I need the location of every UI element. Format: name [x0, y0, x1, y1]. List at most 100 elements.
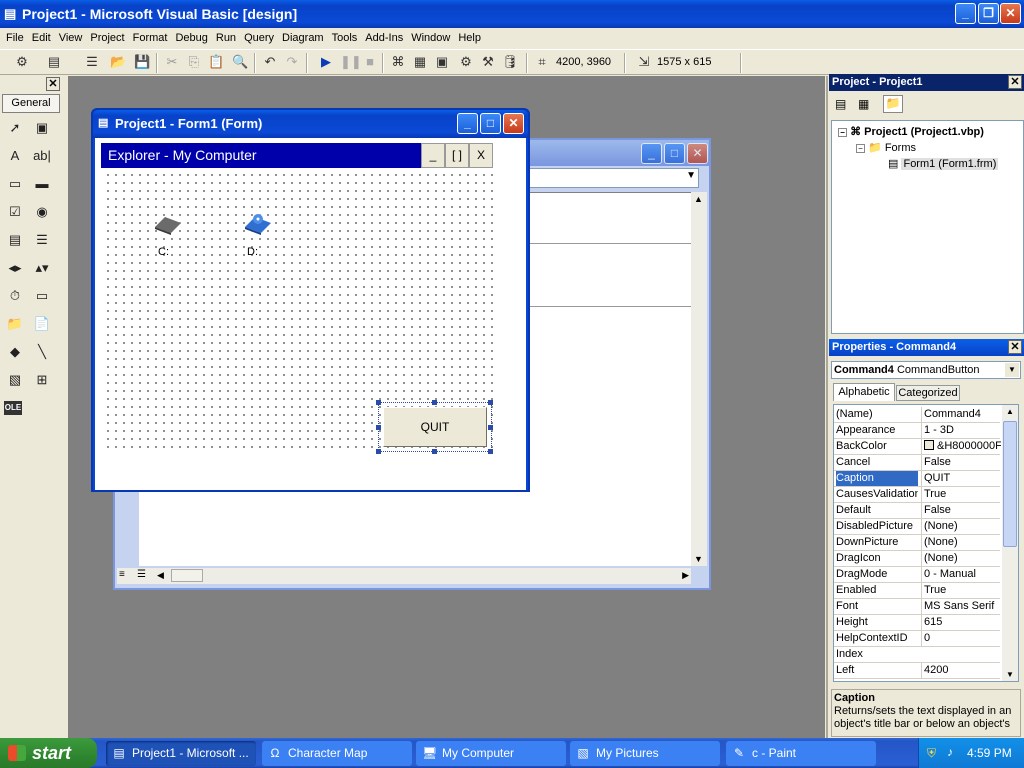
- menu-run[interactable]: Run: [212, 29, 240, 47]
- tree-node-project[interactable]: − ⌘ Project1 (Project1.vbp): [838, 125, 984, 138]
- toggle-folders-icon[interactable]: 📁: [883, 95, 903, 113]
- project-panel-title[interactable]: Project - Project1 ✕: [829, 74, 1024, 91]
- scroll-thumb[interactable]: [1003, 421, 1017, 547]
- find-icon[interactable]: 🔍: [232, 54, 248, 70]
- property-row[interactable]: (Name) Command4: [834, 407, 1000, 423]
- view-code-icon[interactable]: ▤: [835, 97, 846, 111]
- commandbutton-icon[interactable]: ▬: [31, 173, 53, 195]
- full-module-view-icon[interactable]: ☰: [137, 569, 146, 580]
- run-icon[interactable]: ▶: [318, 54, 334, 70]
- start-button[interactable]: start: [0, 738, 97, 768]
- property-row[interactable]: Caption QUIT: [834, 471, 1000, 487]
- property-vscrollbar[interactable]: ▲ ▼: [1002, 405, 1018, 681]
- menu-help[interactable]: Help: [454, 29, 485, 47]
- toolbox-close-icon[interactable]: ✕: [46, 77, 60, 91]
- menu-format[interactable]: Format: [129, 29, 172, 47]
- volume-icon[interactable]: ♪: [947, 745, 953, 759]
- restore-button[interactable]: ❐: [978, 3, 999, 24]
- toolbox-header[interactable]: General: [2, 94, 60, 113]
- property-row[interactable]: DownPicture (None): [834, 535, 1000, 551]
- copy-icon[interactable]: ⎘: [186, 54, 202, 70]
- property-value[interactable]: (None): [921, 519, 1001, 534]
- selection-handle[interactable]: [376, 425, 381, 430]
- menu-addins[interactable]: Add-Ins: [361, 29, 407, 47]
- tab-categorized[interactable]: Categorized: [896, 385, 960, 401]
- add-form-icon[interactable]: ▤: [46, 54, 62, 70]
- selection-handle[interactable]: [432, 449, 437, 454]
- property-row[interactable]: CausesValidation True: [834, 487, 1000, 503]
- property-value[interactable]: (None): [921, 551, 1001, 566]
- property-value[interactable]: MS Sans Serif: [921, 599, 1001, 614]
- taskbar-button[interactable]: Ω Character Map: [262, 741, 412, 766]
- property-value[interactable]: (None): [921, 535, 1001, 550]
- code-hscrollbar[interactable]: ≡ ☰ ◀ ▶: [117, 568, 691, 584]
- code-maximize-button[interactable]: □: [664, 143, 685, 164]
- menu-editor-icon[interactable]: ☰: [84, 54, 100, 70]
- selection-handle[interactable]: [488, 425, 493, 430]
- property-value[interactable]: 0: [921, 631, 1001, 646]
- menu-debug[interactable]: Debug: [171, 29, 211, 47]
- tab-alphabetic[interactable]: Alphabetic: [833, 383, 895, 401]
- combobox-icon[interactable]: ▤: [4, 229, 26, 251]
- picturebox-icon[interactable]: ▣: [31, 117, 53, 139]
- property-value[interactable]: False: [921, 455, 1001, 470]
- drive-c-item[interactable]: C:: [151, 213, 185, 259]
- form-layout-icon[interactable]: ▣: [434, 54, 450, 70]
- menu-project[interactable]: Project: [86, 29, 128, 47]
- explorer-minimize-button[interactable]: _: [421, 143, 445, 168]
- property-row[interactable]: BackColor &H8000000F: [834, 439, 1001, 455]
- menu-window[interactable]: Window: [407, 29, 454, 47]
- timer-icon[interactable]: ⏱: [4, 285, 26, 307]
- open-icon[interactable]: 📂: [110, 54, 126, 70]
- properties-panel-title[interactable]: Properties - Command4 ✕: [829, 339, 1024, 356]
- pointer-icon[interactable]: ➚: [4, 117, 26, 139]
- explorer-close-button[interactable]: X: [469, 143, 493, 168]
- property-value[interactable]: False: [921, 503, 1001, 518]
- line-icon[interactable]: ╲: [31, 341, 53, 363]
- procedure-dropdown[interactable]: ▼: [529, 168, 699, 188]
- taskbar-button[interactable]: ✎ c - Paint: [726, 741, 876, 766]
- image-icon[interactable]: ▧: [4, 369, 26, 391]
- property-value[interactable]: True: [921, 583, 1001, 598]
- property-row[interactable]: DragMode 0 - Manual: [834, 567, 1000, 583]
- property-row[interactable]: Default False: [834, 503, 1000, 519]
- property-value[interactable]: 0 - Manual: [921, 567, 1001, 582]
- project-panel-close-icon[interactable]: ✕: [1008, 75, 1022, 89]
- optionbutton-icon[interactable]: ◉: [31, 201, 53, 223]
- security-shield-icon[interactable]: ⛨: [927, 746, 936, 761]
- shape-icon[interactable]: ◆: [4, 341, 26, 363]
- code-close-button[interactable]: ✕: [687, 143, 708, 164]
- properties-window-icon[interactable]: ▦: [412, 54, 428, 70]
- data-view-icon[interactable]: 🛢: [502, 54, 519, 70]
- frame-icon[interactable]: ▭: [4, 173, 26, 195]
- form-minimize-button[interactable]: _: [457, 113, 478, 134]
- tree-node-form1[interactable]: ▤ Form1 (Form1.frm): [888, 157, 999, 170]
- property-row[interactable]: Cancel False: [834, 455, 1000, 471]
- chevron-down-icon[interactable]: ▼: [1005, 363, 1019, 377]
- label-icon[interactable]: A: [4, 145, 26, 167]
- property-row[interactable]: Height 615: [834, 615, 1000, 631]
- menu-query[interactable]: Query: [240, 29, 278, 47]
- view-object-icon[interactable]: ▦: [858, 97, 869, 111]
- undo-icon[interactable]: ↶: [262, 54, 278, 70]
- taskbar-button[interactable]: ▤ Project1 - Microsoft ...: [106, 741, 256, 766]
- redo-icon[interactable]: ↷: [284, 54, 300, 70]
- property-value[interactable]: True: [921, 487, 1001, 502]
- form-window-title-bar[interactable]: ▤ Project1 - Form1 (Form) _ □ ✕: [93, 110, 528, 138]
- selection-handle[interactable]: [488, 449, 493, 454]
- code-minimize-button[interactable]: _: [641, 143, 662, 164]
- app-title-bar[interactable]: ▤ Project1 - Microsoft Visual Basic [des…: [0, 0, 1024, 28]
- toolbox-icon[interactable]: ⚒: [480, 54, 496, 70]
- procedure-view-icon[interactable]: ≡: [119, 569, 125, 580]
- hscrollbar-icon[interactable]: ◂▸: [4, 257, 26, 279]
- menu-edit[interactable]: Edit: [28, 29, 55, 47]
- property-value[interactable]: 1 - 3D: [921, 423, 1001, 438]
- form-designer-window[interactable]: ▤ Project1 - Form1 (Form) _ □ ✕ Explorer…: [91, 108, 530, 492]
- property-row[interactable]: Index: [834, 647, 1000, 663]
- ole-icon[interactable]: OLE: [4, 401, 22, 415]
- drive-d-item[interactable]: D:: [241, 211, 275, 259]
- tree-node-forms[interactable]: − 📁 Forms: [856, 141, 916, 154]
- menu-tools[interactable]: Tools: [328, 29, 362, 47]
- menu-diagram[interactable]: Diagram: [278, 29, 328, 47]
- minimize-button[interactable]: _: [955, 3, 976, 24]
